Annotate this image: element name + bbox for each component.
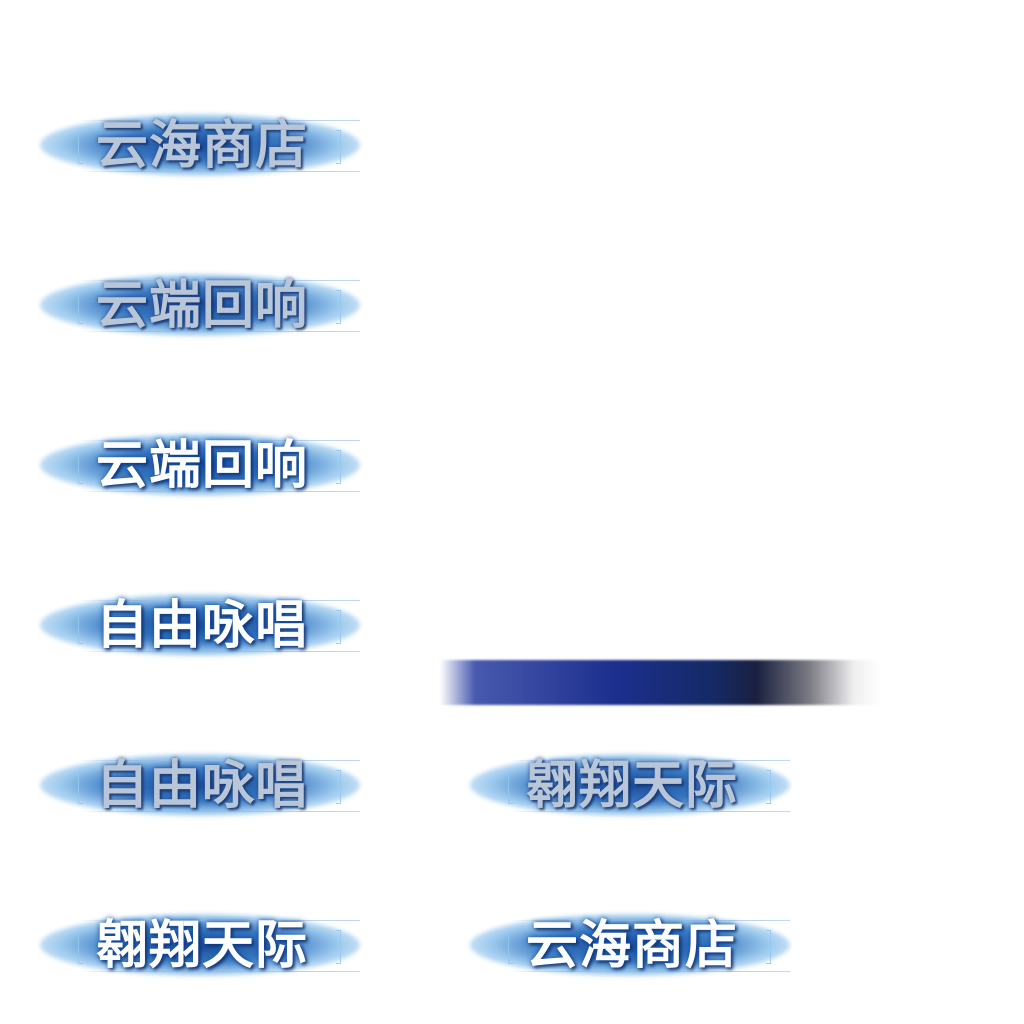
button-label: 云端回响 bbox=[96, 435, 309, 496]
button-label: 云海商店 bbox=[526, 915, 739, 976]
right-bracket bbox=[336, 930, 341, 964]
button-label: 自由咏唱 bbox=[96, 595, 309, 656]
free-chant-button[interactable]: 自由咏唱 bbox=[10, 740, 360, 830]
right-bracket bbox=[766, 770, 771, 804]
left-bracket bbox=[508, 770, 513, 804]
left-bracket bbox=[78, 610, 83, 644]
echo-button[interactable]: 云端回响 bbox=[10, 260, 360, 350]
right-bracket bbox=[336, 130, 341, 164]
left-bracket bbox=[78, 290, 83, 324]
shop-button[interactable]: 云海商店 bbox=[10, 100, 360, 190]
soar-button[interactable]: 翱翔天际 bbox=[440, 740, 790, 830]
right-bracket bbox=[766, 930, 771, 964]
echo-button-highlighted[interactable]: 云端回响 bbox=[10, 420, 360, 510]
gradient-bar bbox=[440, 660, 880, 705]
ui-sprite-sheet: 云海商店 云端回响 云端回响 自由咏唱 自由咏唱 翱翔天际 翱翔天际 云海商店 bbox=[0, 0, 1024, 1024]
left-bracket bbox=[78, 770, 83, 804]
right-bracket bbox=[336, 610, 341, 644]
right-bracket bbox=[336, 290, 341, 324]
left-bracket bbox=[78, 450, 83, 484]
soar-button-highlighted[interactable]: 翱翔天际 bbox=[10, 900, 360, 990]
button-label: 翱翔天际 bbox=[526, 755, 739, 816]
right-bracket bbox=[336, 450, 341, 484]
button-label: 自由咏唱 bbox=[96, 755, 309, 816]
button-label: 翱翔天际 bbox=[96, 915, 309, 976]
free-chant-button-highlighted[interactable]: 自由咏唱 bbox=[10, 580, 360, 670]
left-bracket bbox=[78, 930, 83, 964]
shop-button-highlighted[interactable]: 云海商店 bbox=[440, 900, 790, 990]
button-label: 云海商店 bbox=[96, 115, 309, 176]
button-label: 云端回响 bbox=[96, 275, 309, 336]
left-bracket bbox=[508, 930, 513, 964]
right-bracket bbox=[336, 770, 341, 804]
left-bracket bbox=[78, 130, 83, 164]
